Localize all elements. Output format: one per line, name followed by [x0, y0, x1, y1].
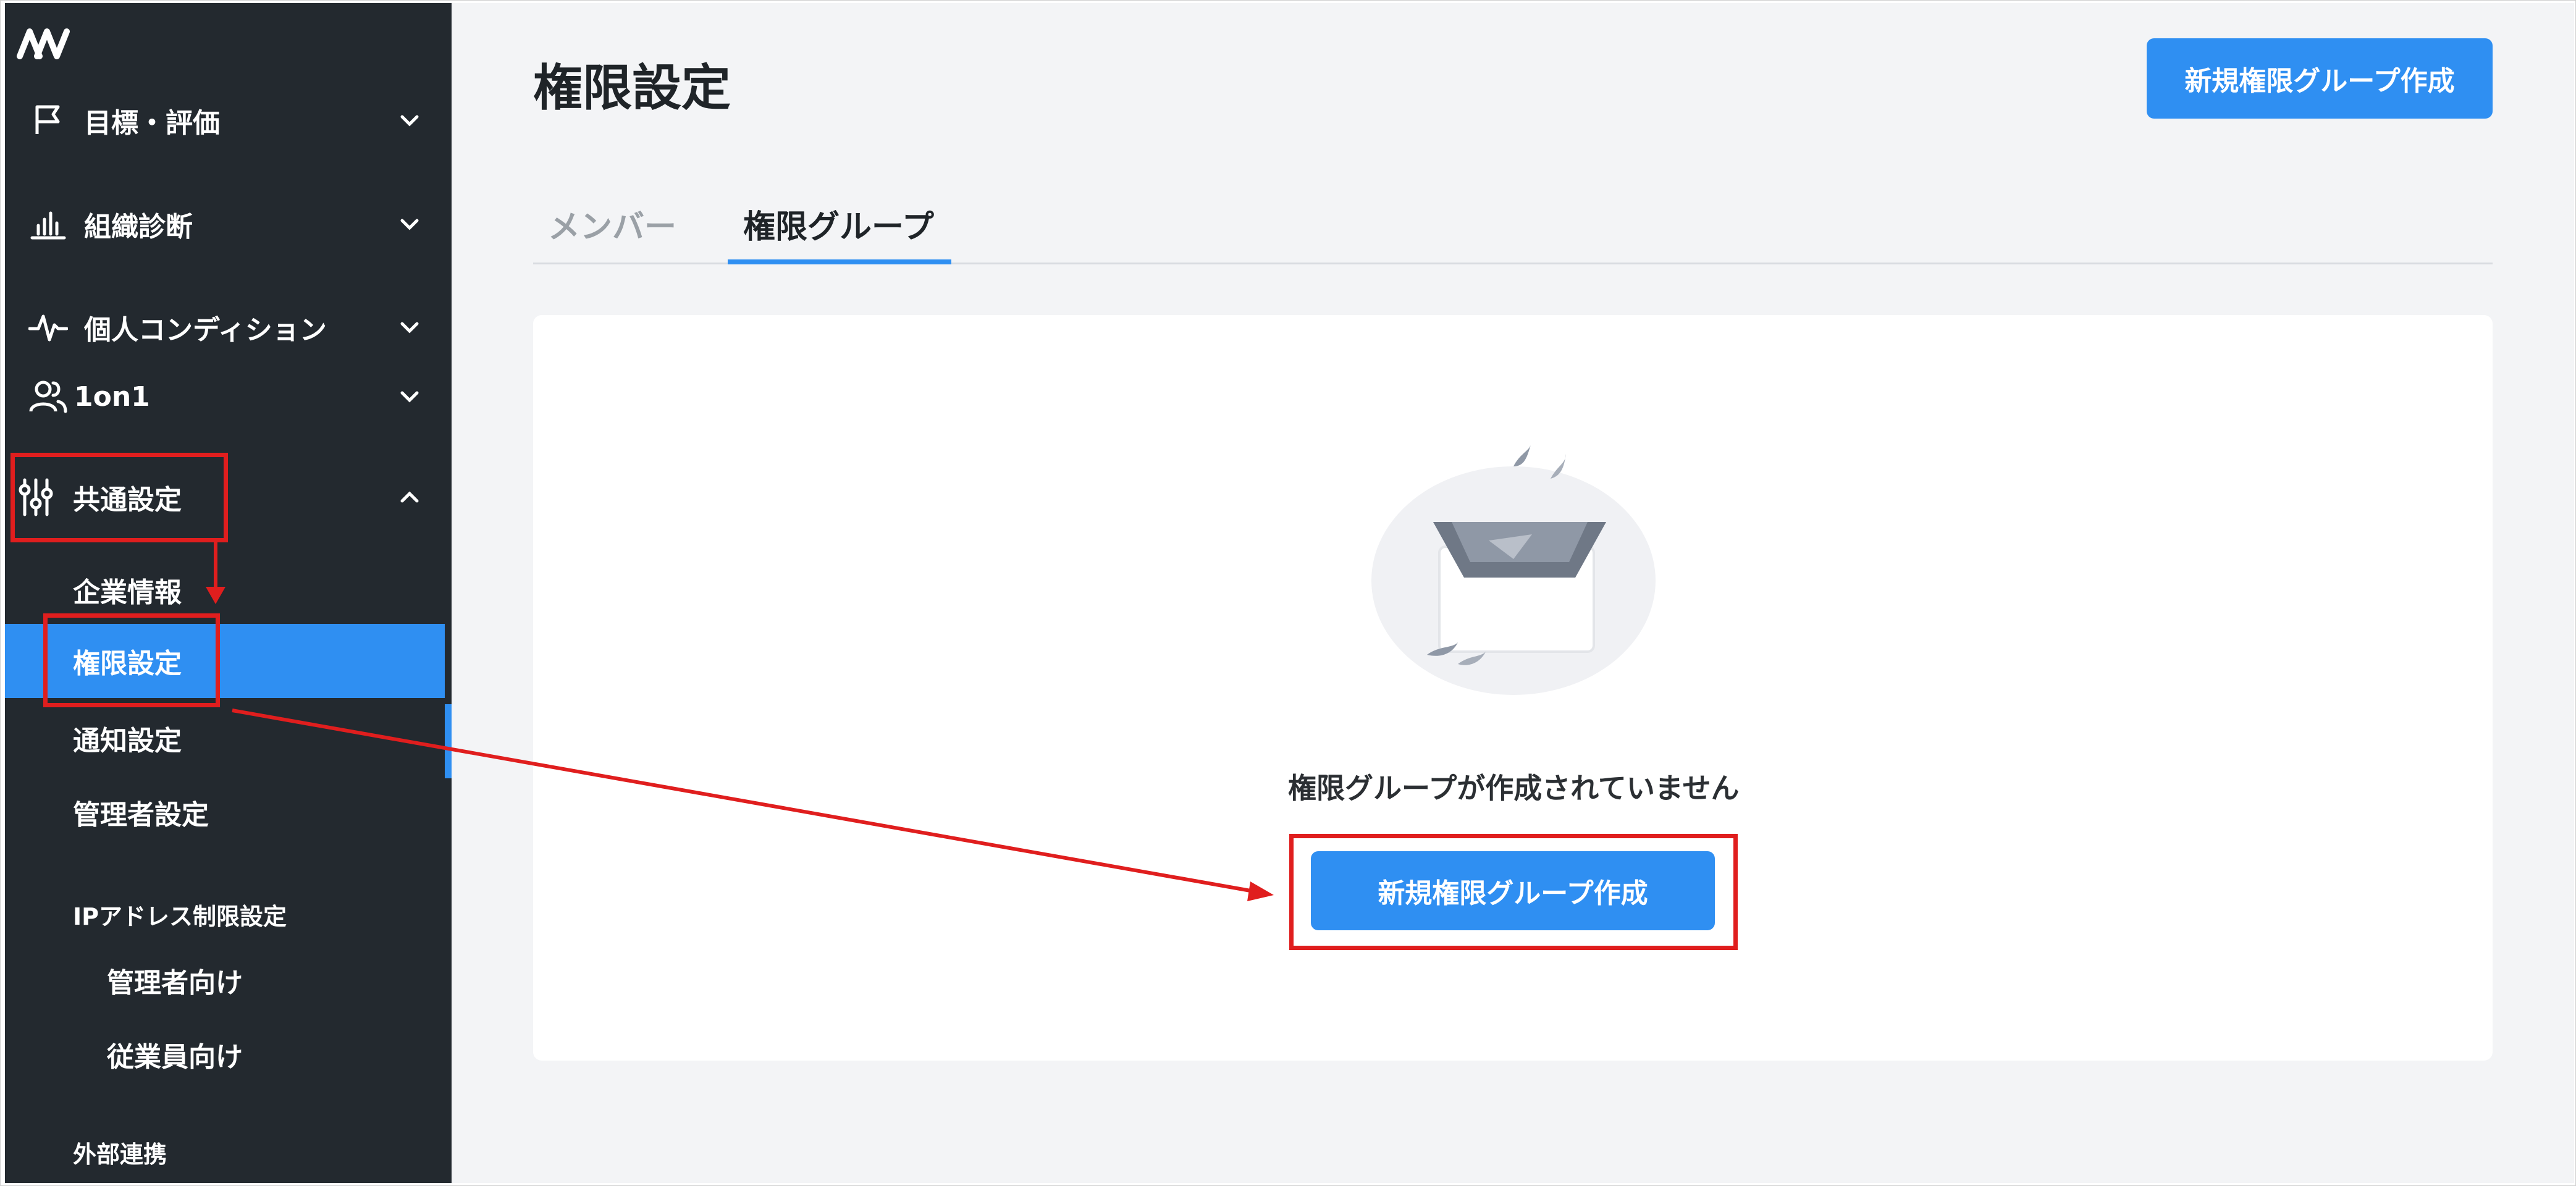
sidebar-item-for-employees[interactable]: 従業員向け: [107, 1035, 243, 1074]
sidebar-item-label: 企業情報: [73, 577, 182, 608]
nav-label: 目標・評価: [84, 107, 220, 139]
chevron-down-icon[interactable]: [388, 306, 431, 349]
nav-org-diagnosis[interactable]: 組織診断: [5, 196, 452, 252]
new-permission-group-button-header[interactable]: 新規権限グループ作成: [2147, 38, 2493, 119]
users-icon: [27, 375, 70, 418]
ip-restriction-heading: IPアドレス制限設定: [73, 903, 287, 930]
nav-label: 個人コンディション: [84, 314, 327, 346]
bar-chart-icon: [27, 203, 70, 246]
sidebar-item-admin-settings[interactable]: 管理者設定: [5, 775, 445, 849]
tab-permission-groups[interactable]: 権限グループ: [743, 201, 934, 247]
nav-1on1[interactable]: 1on1: [5, 369, 452, 424]
page-title: 権限設定: [533, 59, 731, 117]
sidebar: 目標・評価 組織診断 個人コンディション 1on1 共通設定 企業情報 権限設定…: [5, 3, 452, 1183]
nav-label: 組織診断: [84, 211, 193, 243]
sidebar-item-label: 管理者設定: [73, 799, 209, 831]
sidebar-item-for-admins[interactable]: 管理者向け: [107, 961, 243, 1000]
sidebar-item-notification-settings[interactable]: 通知設定: [5, 701, 445, 775]
pulse-icon: [27, 306, 70, 349]
tab-members[interactable]: メンバー: [548, 201, 676, 247]
sidebar-item-label: 通知設定: [73, 725, 182, 757]
nav-personal-condition[interactable]: 個人コンディション: [5, 300, 452, 355]
annotation-box-new-group-button: [1289, 834, 1738, 950]
sidebar-scrollbar[interactable]: [445, 704, 452, 778]
annotation-box-common-settings: [11, 453, 228, 542]
nav-goals-evaluation[interactable]: 目標・評価: [5, 93, 452, 148]
annotation-box-permission-settings: [43, 613, 220, 707]
external-integration-heading: 外部連携: [73, 1141, 167, 1168]
app-logo-icon[interactable]: [16, 20, 72, 64]
chevron-down-icon[interactable]: [388, 99, 431, 142]
nav-label: 1on1: [74, 381, 150, 413]
empty-box-illustration: [1371, 445, 1656, 695]
chevron-down-icon[interactable]: [388, 375, 431, 418]
flag-icon: [27, 99, 70, 142]
empty-state-message: 権限グループが作成されていません: [1288, 772, 1740, 805]
active-tab-indicator: [728, 259, 951, 264]
chevron-up-icon[interactable]: [388, 476, 431, 519]
chevron-down-icon[interactable]: [388, 203, 431, 246]
